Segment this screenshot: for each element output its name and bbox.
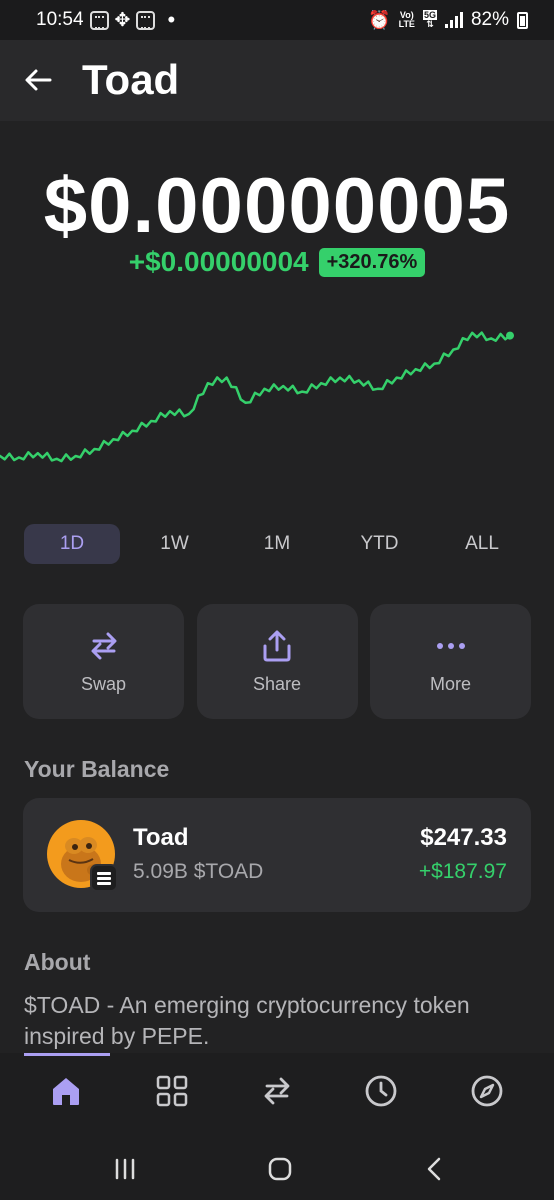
share-icon bbox=[263, 630, 291, 662]
price-line bbox=[0, 331, 512, 463]
nav-apps[interactable] bbox=[152, 1071, 192, 1111]
apps-grid-icon bbox=[156, 1075, 188, 1107]
price-change-row: +$0.00000004 +320.76% bbox=[0, 246, 554, 278]
volte-bottom: LTE bbox=[398, 19, 415, 29]
current-price: $0.00000005 bbox=[43, 161, 511, 249]
swap-icon bbox=[91, 632, 116, 660]
system-navigation-bar bbox=[0, 1138, 554, 1200]
alarm-icon: ⏰ bbox=[368, 9, 391, 30]
battery-percent: 82% bbox=[470, 9, 509, 30]
pinwheel-icon: ✥ bbox=[114, 9, 131, 31]
price-change-percent-badge: +320.76% bbox=[318, 247, 426, 277]
battery-icon bbox=[517, 11, 528, 29]
nav-explore[interactable] bbox=[467, 1071, 507, 1111]
page-title: Toad bbox=[82, 56, 180, 103]
range-all[interactable]: ALL bbox=[434, 524, 530, 564]
nav-history[interactable] bbox=[361, 1071, 401, 1111]
time-range-selector: 1D 1W 1M YTD ALL bbox=[24, 524, 530, 564]
range-1w[interactable]: 1W bbox=[127, 524, 223, 564]
token-amount: 5.09B $TOAD bbox=[133, 860, 264, 883]
status-time: 10:54 bbox=[36, 9, 84, 30]
range-1m[interactable]: 1M bbox=[229, 524, 325, 564]
recent-apps-icon[interactable] bbox=[108, 1152, 142, 1186]
balance-card[interactable]: Toad 5.09B $TOAD $247.33 +$187.97 bbox=[23, 798, 531, 912]
home-icon bbox=[53, 1078, 79, 1105]
more-button[interactable]: More bbox=[370, 604, 531, 719]
price-current-point bbox=[506, 331, 514, 340]
balance-section-title: Your Balance bbox=[24, 756, 170, 782]
explore-compass-icon bbox=[471, 1075, 503, 1107]
fiveg-label: 5G bbox=[422, 10, 437, 20]
back-arrow-icon[interactable] bbox=[22, 64, 54, 96]
token-value-change: +$187.97 bbox=[418, 860, 507, 883]
calendar-icon bbox=[136, 10, 156, 30]
app-header: Toad bbox=[0, 40, 554, 121]
volte-indicator: Vo) LTE bbox=[399, 11, 415, 29]
swap-button[interactable]: Swap bbox=[23, 604, 184, 719]
home-button-icon[interactable] bbox=[263, 1152, 297, 1186]
bottom-navigation bbox=[0, 1053, 554, 1138]
more-dots-icon bbox=[436, 643, 465, 649]
fiveg-indicator: 5G ⇅ bbox=[422, 10, 437, 29]
nav-active-indicator bbox=[24, 1053, 110, 1056]
system-back-icon[interactable] bbox=[418, 1152, 452, 1186]
price-change-absolute: +$0.00000004 bbox=[128, 246, 309, 277]
notification-dot-icon: • bbox=[167, 7, 176, 32]
action-buttons: Swap Share More bbox=[23, 604, 531, 719]
swap-icon bbox=[264, 1077, 290, 1105]
message-icon bbox=[89, 10, 109, 30]
price-chart[interactable] bbox=[0, 310, 554, 490]
status-bar: 10:54 ✥ • ⏰ Vo) LTE 5G ⇅ 82% bbox=[0, 0, 554, 40]
signal-icon bbox=[444, 12, 463, 28]
history-clock-icon bbox=[365, 1075, 397, 1107]
about-section-title: About bbox=[24, 949, 91, 975]
range-ytd[interactable]: YTD bbox=[332, 524, 428, 564]
about-text: $TOAD - An emerging cryptocurrency token… bbox=[24, 992, 470, 1049]
token-value: $247.33 bbox=[420, 824, 507, 851]
more-label: More bbox=[429, 674, 471, 694]
share-button[interactable]: Share bbox=[196, 604, 358, 719]
share-label: Share bbox=[252, 674, 302, 694]
range-1d[interactable]: 1D bbox=[24, 524, 120, 564]
nav-swap[interactable] bbox=[257, 1071, 297, 1111]
token-name: Toad bbox=[133, 824, 189, 851]
nav-home[interactable] bbox=[46, 1071, 86, 1111]
solana-badge-icon bbox=[90, 864, 118, 892]
swap-label: Swap bbox=[80, 674, 127, 694]
